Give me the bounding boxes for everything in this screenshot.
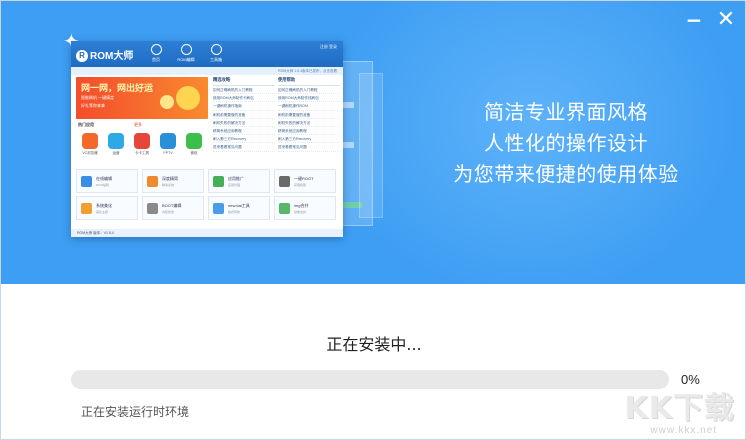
install-progress-bar	[71, 370, 669, 389]
app-icon	[108, 133, 124, 149]
ghost-window	[359, 73, 383, 218]
app-icon	[186, 133, 202, 149]
preview-ad-banner: 网一网，网出好运 智能刷机 一键搞定 好礼等你来拿	[76, 77, 208, 119]
preview-article-link: 一键刷机操作ROM	[278, 102, 340, 111]
preview-app-list: VC浏览器 运营 卡卡工具 PPTV 微信	[77, 133, 207, 156]
preview-article-link: 刷机失败的解决方法	[213, 119, 275, 127]
preview-app: VC浏览器	[77, 133, 103, 156]
app-icon	[160, 133, 176, 149]
preview-tool-tile: BOOT编辑 内核修改	[142, 196, 204, 220]
banner: − ✕ ✦ ✦ RROM大师 首页 ROM编辑 工具箱 注册 登录 ROM大师 …	[1, 1, 745, 284]
preview-notice: ROM大师 1.5.4版本已发布，点击查看	[71, 67, 343, 75]
preview-tool-subtitle: 精简系统	[162, 183, 175, 187]
preview-tool-title: 深度精简	[162, 176, 178, 181]
preview-article-link: 如何正确刷机的入门教程	[278, 86, 340, 95]
preview-nav: 首页 ROM编辑 工具箱	[141, 44, 231, 63]
preview-article-link: 精简系统应用教程	[213, 127, 275, 136]
install-status-detail: 正在安装运行时环境	[81, 405, 190, 419]
preview-tool-title: 系统美化	[96, 203, 112, 208]
app-icon	[82, 133, 98, 149]
tool-icon	[81, 176, 92, 187]
preview-tool-subtitle: 获取权限	[294, 183, 307, 187]
watermark: KK下载 www.kkx.net	[609, 383, 739, 439]
preview-tool-grid: 在线编辑 ROM编辑 深度精简 精简系统 应用推广 应用管理 一键ROOT 获取权限 系统美化美…	[76, 169, 338, 220]
preview-app-label: 微信	[190, 151, 198, 155]
preview-article-link: 使用ROM大师制作卡刷包	[213, 94, 275, 103]
preview-app: 运营	[103, 133, 129, 156]
slogan-line: 为您带来便捷的使用体验	[453, 162, 679, 186]
preview-logo: R ROM大师	[76, 47, 133, 63]
slogan: 简洁专业界面风格 人性化的操作设计 为您带来便捷的使用体验	[446, 97, 686, 190]
preview-tool-title: BOOT编辑	[162, 203, 182, 208]
slogan-line: 人性化的操作设计	[484, 131, 648, 155]
preview-tool-subtitle: 格式转换	[228, 210, 241, 214]
preview-titlebar: R ROM大师 首页 ROM编辑 工具箱 注册 登录	[71, 41, 343, 67]
preview-app: 卡卡工具	[129, 133, 155, 156]
tool-icon	[81, 203, 92, 214]
preview-help-column: 使用帮助 如何正确刷机的入门教程 使用ROM大师制作线刷包 一键刷机操作ROM 刷机前…	[278, 77, 340, 165]
preview-tool-title: 应用推广	[228, 176, 244, 181]
coin-icon	[160, 95, 174, 109]
watermark-url: www.kkx.net	[650, 425, 717, 436]
preview-body: 网一网，网出好运 智能刷机 一键搞定 好礼等你来拿 热门应用 更多 VC浏览器 运营…	[71, 75, 343, 229]
preview-article-link: 刷机失败的解决方法	[278, 119, 340, 127]
preview-tool-subtitle: ROM编辑	[96, 183, 109, 187]
preview-tool-title: img合并	[294, 203, 309, 208]
preview-article-link: 刷机前需要做的准备	[213, 111, 275, 119]
preview-article-link: 使用ROM大师制作线刷包	[278, 94, 340, 103]
preview-tool-tile: img合并镜像合并	[274, 196, 336, 220]
preview-article-link: 进来看看常见问题	[213, 143, 275, 152]
tool-icon	[147, 203, 158, 214]
slogan-line: 简洁专业界面风格	[484, 100, 648, 124]
preview-article-link: 刷机前需要做的准备	[278, 111, 340, 119]
tool-icon	[147, 176, 158, 187]
app-icon	[134, 133, 150, 149]
preview-tool-title: 一键ROOT	[294, 176, 314, 181]
preview-article-link: 刷入第三方Recovery	[278, 135, 340, 144]
preview-article-link: 精简系统应用教程	[278, 127, 340, 136]
preview-nav-tools: 工具箱	[201, 44, 231, 63]
install-status-title: 正在安装中...	[326, 335, 422, 354]
preview-article-link: 一键刷机操作指南	[213, 102, 275, 111]
preview-article-link: 如何正确刷机的入门教程	[213, 86, 275, 95]
preview-tool-subtitle: 应用管理	[228, 183, 241, 187]
tool-icon	[279, 203, 290, 214]
preview-tool-title: new.dat工具	[228, 203, 250, 208]
preview-tool-subtitle: 美化主题	[96, 210, 109, 214]
preview-tool-tile: 深度精简 精简系统	[142, 169, 204, 193]
preview-tool-tile: 系统美化 美化主题	[76, 196, 138, 220]
coin-icon	[176, 86, 200, 110]
preview-app: PPTV	[155, 133, 181, 156]
product-preview: R ROM大师 首页 ROM编辑 工具箱 注册 登录 ROM大师 1.5.4版本已…	[71, 41, 343, 237]
preview-app-label: 运营	[112, 151, 120, 155]
preview-apps-heading: 热门应用 更多	[78, 122, 142, 127]
preview-statusbar: ROM大师 版本：V1.5.4	[71, 229, 343, 237]
preview-tool-subtitle: 内核修改	[162, 210, 175, 214]
preview-app: 微信	[181, 133, 207, 156]
preview-article-link: 刷入第三方Recovery	[213, 135, 275, 144]
preview-app-label: PPTV	[163, 151, 173, 155]
preview-app-label: VC浏览器	[82, 151, 98, 155]
preview-article-link: 进来看看常见问题	[278, 143, 340, 152]
preview-app-label: 卡卡工具	[135, 151, 149, 155]
tool-icon	[279, 176, 290, 187]
installer-window: − ✕ ✦ ✦ RROM大师 首页 ROM编辑 工具箱 注册 登录 ROM大师 …	[0, 0, 746, 440]
minimize-button[interactable]: −	[683, 9, 705, 31]
tool-icon	[213, 203, 224, 214]
preview-guide-column: 精选攻略 如何正确刷机的入门教程 使用ROM大师制作卡刷包 一键刷机操作指南 刷机前需…	[213, 77, 275, 165]
preview-tool-tile: 应用推广 应用管理	[208, 169, 270, 193]
preview-tool-tile: 一键ROOT 获取权限	[274, 169, 336, 193]
close-button[interactable]: ✕	[715, 9, 737, 31]
preview-tool-tile: new.dat工具 格式转换	[208, 196, 270, 220]
preview-account: 注册 登录	[319, 44, 337, 49]
preview-nav-rom: ROM编辑	[171, 44, 201, 63]
tool-icon	[213, 176, 224, 187]
preview-nav-home: 首页	[141, 44, 171, 63]
preview-tool-tile: 在线编辑 ROM编辑	[76, 169, 138, 193]
watermark-logo: KK下载	[624, 391, 735, 426]
preview-tool-title: 在线编辑	[96, 176, 112, 181]
preview-tool-subtitle: 镜像合并	[294, 210, 307, 214]
